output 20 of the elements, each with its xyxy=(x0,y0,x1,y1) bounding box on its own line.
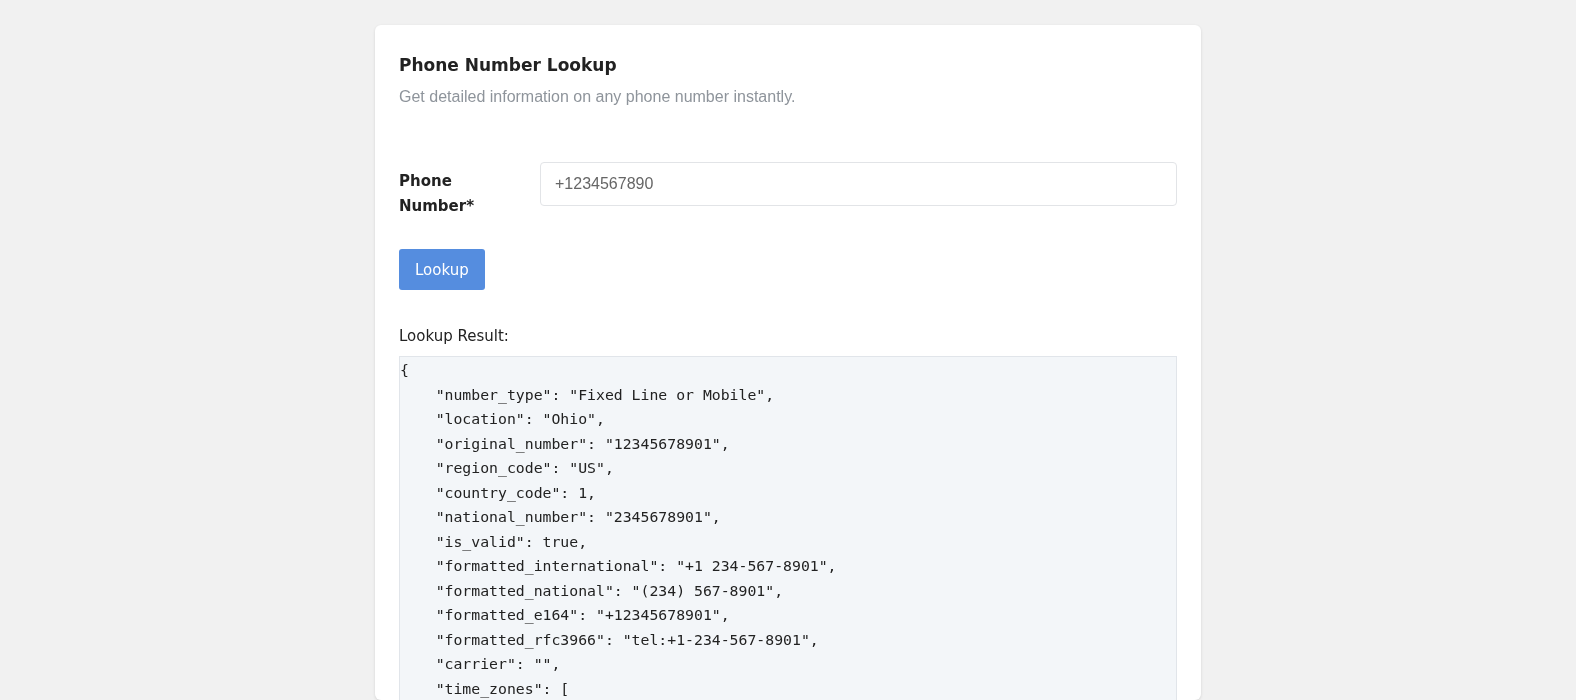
phone-number-field[interactable]: +1234567890 xyxy=(540,162,1177,206)
result-label: Lookup Result: xyxy=(399,326,510,346)
code-line: "country_code": 1, xyxy=(434,482,597,504)
code-line: "location": "Ohio", xyxy=(434,409,606,429)
code-line: "number_type": "Fixed Line or Mobile", xyxy=(434,384,776,406)
code-line: "original_number": "12345678901", xyxy=(434,433,731,455)
code-line: "formatted_rfc3966": "tel:+1-234-567-8901", xyxy=(434,629,820,651)
field-label: Phone Number* xyxy=(399,171,475,217)
lookup-button[interactable]: Lookup xyxy=(399,249,485,290)
code-line: "formatted_national": "(234) 567-8901", xyxy=(434,580,785,602)
page-title: Phone Number Lookup xyxy=(399,54,618,77)
code-line: "region_code": "US", xyxy=(434,458,615,479)
code-line: "formatted_international": "+1 234-567-8901", xyxy=(434,556,838,577)
page-subtitle: Get detailed information on any phone number instantly. xyxy=(399,87,797,107)
code-line: "is_valid": true, xyxy=(434,531,589,553)
code-line: "national_number": "2345678901", xyxy=(434,507,722,528)
code-line: "formatted_e164": "+12345678901", xyxy=(434,605,731,626)
code-line: "time_zones": [ xyxy=(434,678,571,700)
code-line: { xyxy=(400,360,410,380)
code-line: "carrier": "", xyxy=(434,654,562,674)
